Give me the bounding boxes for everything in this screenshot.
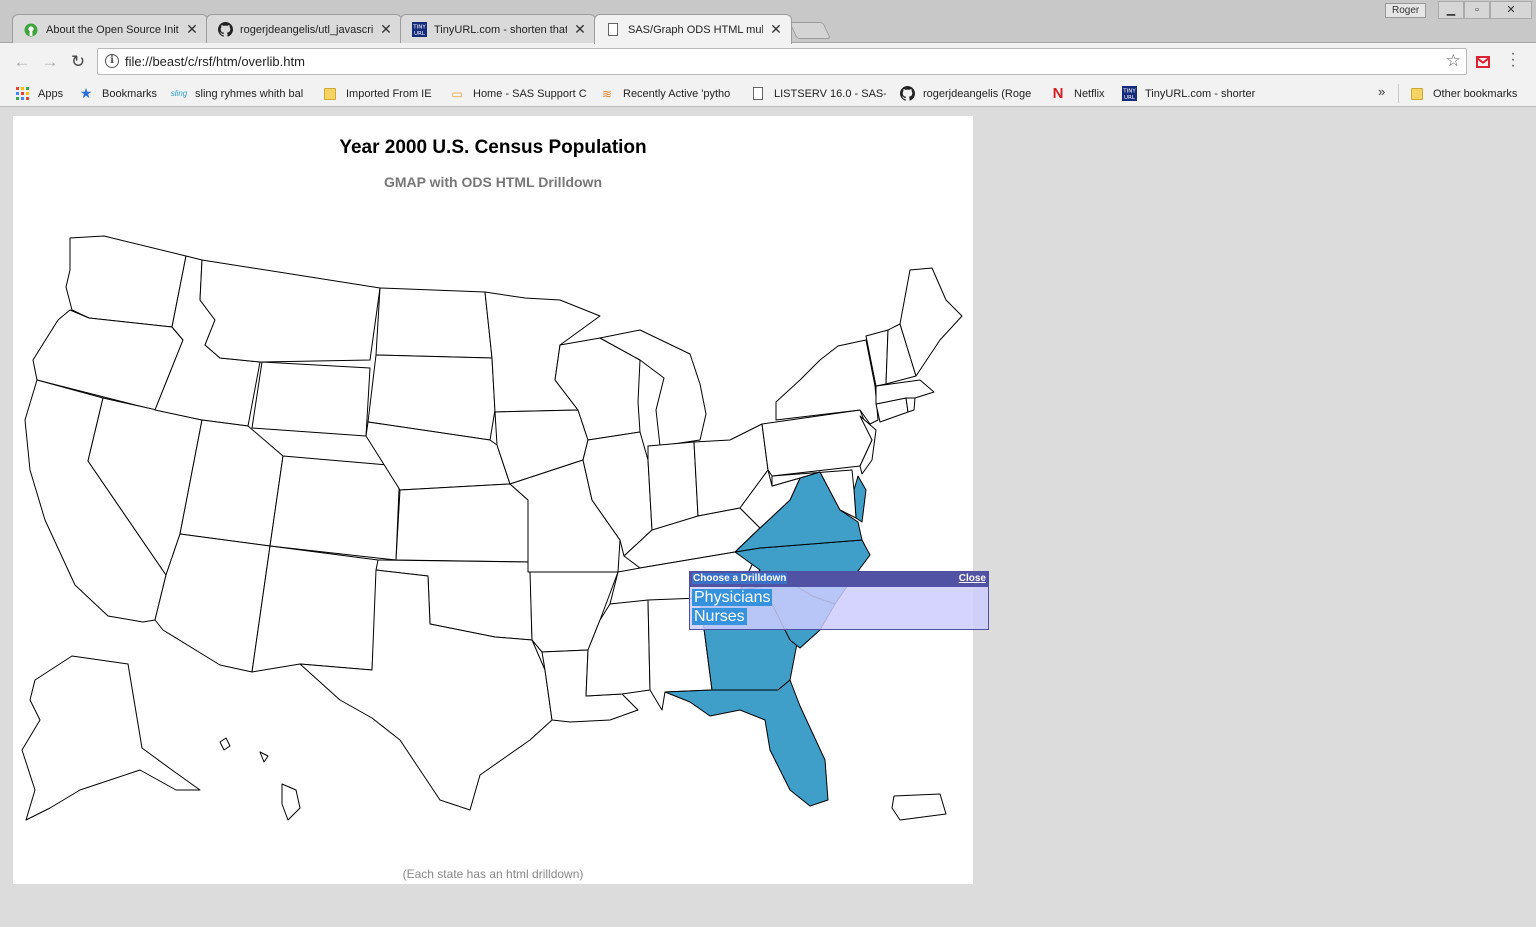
bookmark-listserv[interactable]: LISTSERV 16.0 - SAS-l xyxy=(750,85,886,102)
forward-button[interactable]: → xyxy=(39,51,61,73)
bookmark-github[interactable]: rogerjdeangelis (Roge xyxy=(899,85,1037,102)
page-icon xyxy=(605,22,621,38)
popup-close-link[interactable]: Close xyxy=(959,573,986,584)
page-viewport: Year 2000 U.S. Census Population GMAP wi… xyxy=(0,108,1536,927)
bookmark-apps[interactable]: Apps xyxy=(14,85,63,102)
state-alaska[interactable] xyxy=(21,655,201,821)
browser-toolbar: ← → ↻ i file://beast/c/rsf/htm/overlib.h… xyxy=(0,43,1536,80)
address-url[interactable]: file://beast/c/rsf/htm/overlib.htm xyxy=(125,54,305,69)
info-icon[interactable]: i xyxy=(105,54,119,68)
map-panel: Year 2000 U.S. Census Population GMAP wi… xyxy=(13,116,973,884)
osi-icon xyxy=(23,22,39,38)
us-map xyxy=(21,235,963,821)
menu-icon[interactable]: · · · xyxy=(1508,46,1518,74)
page-title: Year 2000 U.S. Census Population xyxy=(339,137,647,158)
state-indiana[interactable] xyxy=(647,441,699,531)
apps-icon xyxy=(14,86,30,102)
bookmark-sas-support[interactable]: ▭ Home - SAS Support C xyxy=(449,85,589,102)
gmail-extension-icon[interactable] xyxy=(1476,56,1490,68)
address-bar[interactable]: i file://beast/c/rsf/htm/overlib.htm ☆ xyxy=(97,48,1467,75)
svg-text:TINY: TINY xyxy=(412,25,426,31)
page-subtitle: GMAP with ODS HTML Drilldown xyxy=(383,174,603,190)
folder-icon xyxy=(1409,86,1425,102)
close-icon[interactable]: ✕ xyxy=(379,21,393,38)
tab-title: SAS/Graph ODS HTML mult xyxy=(628,23,763,36)
new-tab-button[interactable] xyxy=(789,22,831,39)
github-icon xyxy=(217,22,233,38)
reload-button[interactable]: ↻ xyxy=(67,51,89,73)
svg-text:URL: URL xyxy=(1124,95,1136,101)
bookmark-tinyurl[interactable]: TINY URL TinyURL.com - shorter xyxy=(1121,85,1259,102)
state-rhode-island[interactable] xyxy=(905,397,916,413)
tab-title: About the Open Source Init xyxy=(46,23,179,36)
bookmarks-divider xyxy=(1398,84,1399,103)
minimize-button[interactable]: ▁ xyxy=(1438,1,1464,19)
state-new-mexico[interactable] xyxy=(251,545,379,673)
drilldown-option-physicians[interactable]: Physicians xyxy=(692,589,773,606)
browser-title-bar: About the Open Source Init ✕ rogerjdeang… xyxy=(0,0,1536,44)
window-close-button[interactable]: ✕ xyxy=(1490,1,1532,19)
page-footnote: (Each state has an html drilldown) xyxy=(402,867,584,881)
state-montana[interactable] xyxy=(199,259,381,363)
stackoverflow-icon: ≋ xyxy=(601,86,613,101)
state-new-york[interactable] xyxy=(775,339,879,425)
bookmark-bookmarks[interactable]: ★ Bookmarks xyxy=(78,85,157,102)
bookmark-imported-from-ie[interactable]: Imported From IE xyxy=(322,85,432,102)
bookmarks-bar: Apps ★ Bookmarks sling sling ryhmes whit… xyxy=(0,80,1536,107)
close-icon[interactable]: ✕ xyxy=(573,21,587,38)
chevron-right-icon[interactable]: » xyxy=(1378,84,1385,99)
back-button[interactable]: ← xyxy=(11,51,33,73)
tab-github[interactable]: rogerjdeangelis/utl_javascri ✕ xyxy=(206,14,402,44)
drilldown-option-nurses[interactable]: Nurses xyxy=(692,608,747,625)
bookmark-stackoverflow[interactable]: ≋ Recently Active 'pytho xyxy=(599,85,739,102)
bookmark-sling[interactable]: sling sling ryhmes whith bal xyxy=(171,85,311,102)
sas-icon: ▭ xyxy=(451,86,463,101)
bookmark-star-icon[interactable]: ☆ xyxy=(1446,51,1461,71)
netflix-icon: N xyxy=(1052,85,1064,102)
maximize-button[interactable]: ▫ xyxy=(1464,1,1490,19)
sling-icon: sling xyxy=(171,89,188,98)
state-colorado[interactable] xyxy=(269,455,401,561)
tab-title: TinyURL.com - shorten that xyxy=(434,23,567,36)
bookmark-other-bookmarks[interactable]: Other bookmarks xyxy=(1409,85,1517,102)
profile-button[interactable]: Roger xyxy=(1385,3,1427,18)
tab-tinyurl[interactable]: TINY URL TinyURL.com - shorten that ✕ xyxy=(400,14,596,44)
svg-text:TINY: TINY xyxy=(1122,89,1136,95)
popup-caption-bar: Choose a Drilldown Close xyxy=(690,572,988,587)
tab-osi[interactable]: About the Open Source Init ✕ xyxy=(12,14,208,44)
state-wyoming[interactable] xyxy=(251,361,371,437)
drilldown-popup: Choose a Drilldown Close Physicians Nurs… xyxy=(689,571,989,630)
svg-text:URL: URL xyxy=(414,31,426,37)
github-icon xyxy=(899,86,915,102)
bookmark-netflix[interactable]: N Netflix xyxy=(1050,85,1105,102)
popup-caption: Choose a Drilldown xyxy=(692,573,788,584)
state-kansas[interactable] xyxy=(395,483,531,563)
folder-icon xyxy=(322,86,338,102)
close-icon[interactable]: ✕ xyxy=(769,21,783,38)
tinyurl-icon: TINY URL xyxy=(411,22,427,38)
close-icon[interactable]: ✕ xyxy=(185,21,199,38)
tab-title: rogerjdeangelis/utl_javascri xyxy=(240,23,373,36)
star-icon: ★ xyxy=(79,85,93,101)
tab-sas-graph[interactable]: SAS/Graph ODS HTML mult ✕ xyxy=(594,14,792,44)
puerto-rico[interactable] xyxy=(891,793,947,821)
state-washington[interactable] xyxy=(65,235,187,328)
state-florida[interactable] xyxy=(664,679,829,807)
state-hawaii[interactable] xyxy=(219,737,301,821)
state-north-dakota[interactable] xyxy=(375,287,493,359)
page-icon xyxy=(750,86,766,102)
tinyurl-icon: TINY URL xyxy=(1121,86,1137,102)
